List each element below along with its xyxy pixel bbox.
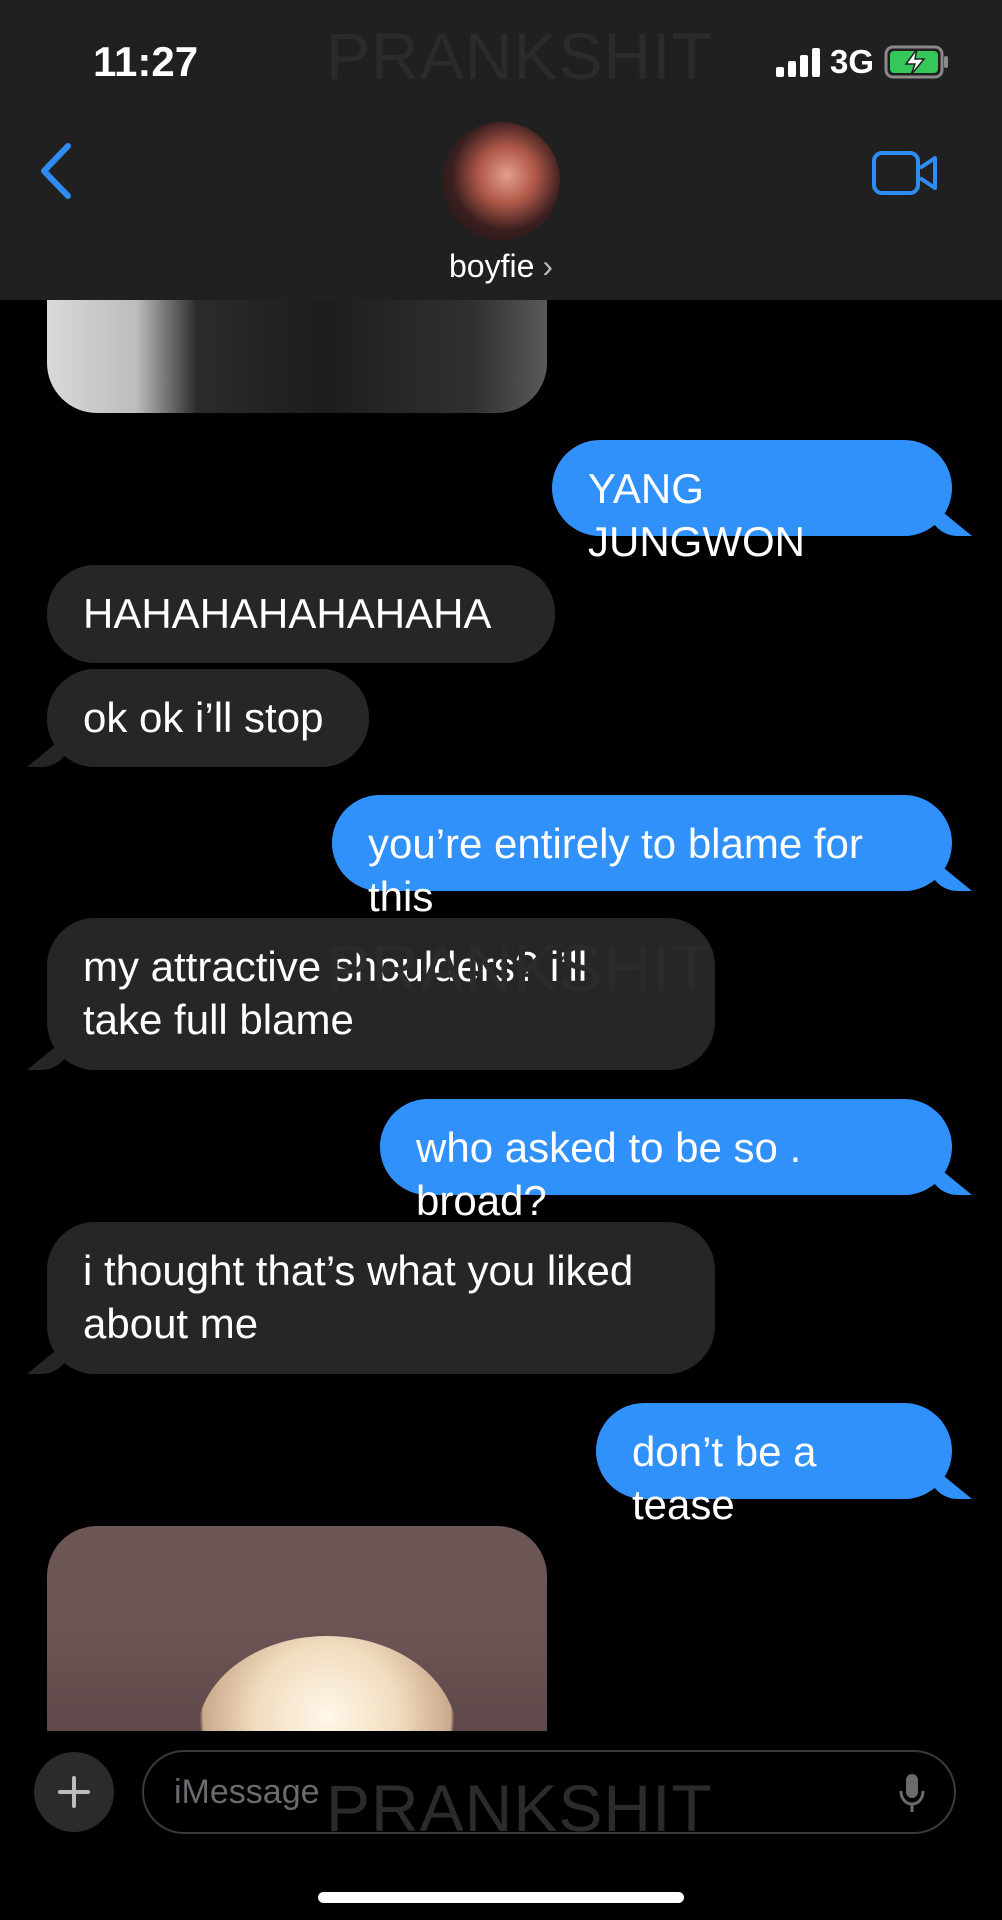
chevron-right-icon: › <box>542 248 554 284</box>
message-bubble-outgoing[interactable]: you’re entirely to blame for this <box>332 795 952 920</box>
signal-strength-icon <box>775 47 820 77</box>
message-bubble-outgoing[interactable]: who asked to be so . broad? <box>380 1099 952 1224</box>
plus-icon <box>58 1776 90 1808</box>
photo-subject <box>197 1636 457 1731</box>
message-input-placeholder: iMessage <box>174 1772 320 1811</box>
message-bubble-incoming[interactable]: i thought that’s what you liked about me <box>47 1222 715 1374</box>
navigation-header: 11:27 3G boyfie › <box>0 0 1002 300</box>
message-bubble-incoming[interactable]: ok ok i’ll stop <box>47 669 369 767</box>
contact-avatar[interactable] <box>442 122 560 240</box>
home-indicator[interactable] <box>318 1892 684 1903</box>
contact-name: boyfie <box>448 248 535 284</box>
plus-button[interactable] <box>34 1752 114 1832</box>
status-indicators: 3G <box>775 42 950 82</box>
message-input[interactable]: iMessage <box>142 1750 956 1834</box>
message-bubble-outgoing[interactable]: don’t be a tease <box>596 1403 952 1528</box>
microphone-icon[interactable] <box>898 1772 926 1814</box>
message-bubble-incoming[interactable]: HAHAHAHAHAHAHA <box>47 565 555 663</box>
message-bubble-outgoing[interactable]: YANG JUNGWON <box>552 440 952 565</box>
battery-charging-icon <box>884 45 948 79</box>
image-attachment-bottom[interactable] <box>47 1526 547 1731</box>
video-camera-icon[interactable] <box>872 150 938 196</box>
contact-name-row[interactable]: boyfie › <box>0 248 1002 285</box>
back-chevron-icon[interactable] <box>36 142 76 200</box>
status-time: 11:27 <box>93 38 199 85</box>
network-type: 3G <box>829 43 874 80</box>
image-attachment-top[interactable] <box>47 300 547 413</box>
message-bubble-incoming[interactable]: my attractive shoulders? i’ll take full … <box>47 918 715 1070</box>
